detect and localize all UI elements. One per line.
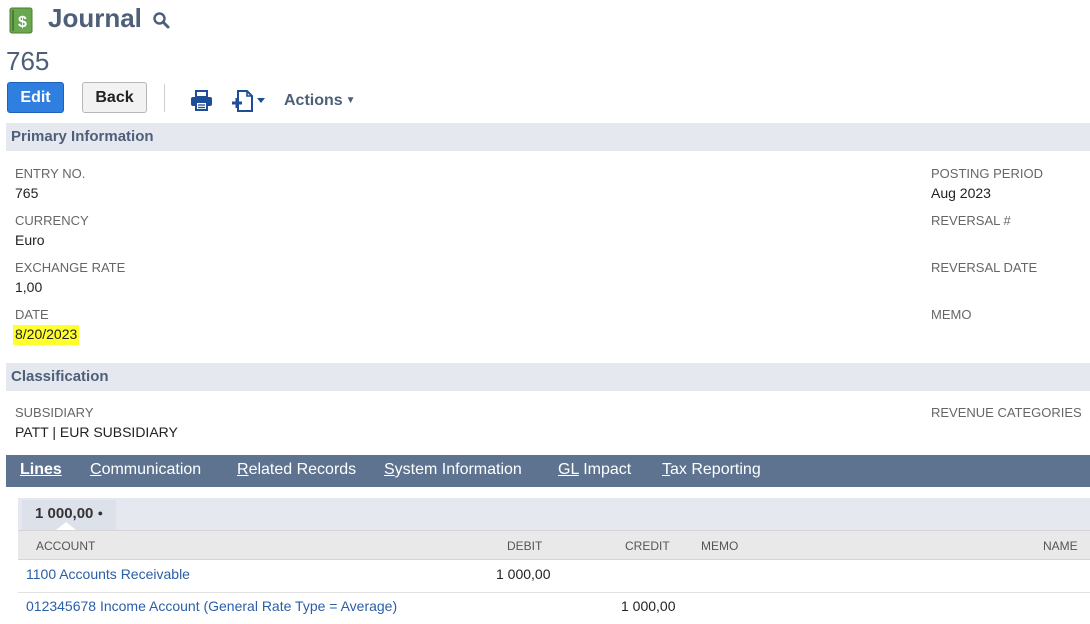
- tab-related-records[interactable]: Related Records: [237, 461, 356, 479]
- currency-value: Euro: [15, 232, 45, 248]
- lines-total: 1 000,00: [35, 505, 94, 522]
- date-value: 8/20/2023: [13, 325, 80, 345]
- record-number: 765: [6, 46, 50, 76]
- exchange-rate-label: EXCHANGE RATE: [15, 260, 126, 275]
- total-pointer-icon: [56, 522, 76, 530]
- reversal-date-label: REVERSAL DATE: [931, 260, 1038, 275]
- col-credit[interactable]: CREDIT: [625, 539, 670, 553]
- posting-period-value: Aug 2023: [931, 185, 991, 201]
- tab-gl-impact[interactable]: GL Impact: [558, 461, 631, 479]
- new-document-icon[interactable]: [230, 89, 266, 113]
- svg-text:$: $: [18, 14, 27, 31]
- row-account-link[interactable]: 012345678 Income Account (General Rate T…: [26, 598, 397, 614]
- lines-grid-header: ACCOUNT DEBIT CREDIT MEMO NAME: [18, 530, 1090, 560]
- tab-system-information[interactable]: System Information: [384, 461, 522, 479]
- col-memo[interactable]: MEMO: [701, 539, 738, 553]
- tab-tax-reporting[interactable]: Tax Reporting: [662, 461, 761, 479]
- col-name[interactable]: NAME: [1043, 539, 1078, 553]
- col-account[interactable]: ACCOUNT: [36, 539, 95, 553]
- page-title: Journal: [48, 3, 142, 33]
- dollar-ledger-icon: $: [9, 7, 33, 34]
- memo-label: MEMO: [931, 307, 972, 322]
- dot-icon: ●: [97, 508, 103, 518]
- revenue-categories-label: REVENUE CATEGORIES: [931, 405, 1082, 420]
- actions-menu[interactable]: Actions ▼: [284, 92, 356, 110]
- tab-communication[interactable]: Communication: [90, 461, 201, 479]
- back-button[interactable]: Back: [82, 82, 147, 113]
- row-account-link[interactable]: 1100 Accounts Receivable: [26, 566, 190, 582]
- print-icon[interactable]: [190, 90, 213, 112]
- caret-down-icon: ▼: [345, 95, 356, 106]
- primary-information-header[interactable]: Primary Information: [6, 123, 1090, 151]
- col-debit[interactable]: DEBIT: [507, 539, 542, 553]
- subtab-bar: Lines Communication Related Records Syst…: [6, 455, 1090, 487]
- currency-label: CURRENCY: [15, 213, 89, 228]
- classification-header[interactable]: Classification: [6, 363, 1090, 391]
- tab-communication-rest: ommunication: [101, 461, 202, 478]
- actions-label: Actions: [284, 92, 343, 109]
- entry-no-label: ENTRY NO.: [15, 166, 86, 181]
- date-label: DATE: [15, 307, 49, 322]
- row-debit: 1 000,00: [496, 566, 551, 582]
- subsidiary-label: SUBSIDIARY: [15, 405, 94, 420]
- table-row: 1100 Accounts Receivable 1 000,00: [18, 560, 1090, 593]
- row-credit: 1 000,00: [621, 598, 676, 614]
- edit-button[interactable]: Edit: [7, 82, 64, 113]
- posting-period-label: POSTING PERIOD: [931, 166, 1043, 181]
- exchange-rate-value: 1,00: [15, 279, 43, 295]
- toolbar-divider: [164, 84, 165, 112]
- reversal-no-label: REVERSAL #: [931, 213, 1011, 228]
- table-row: 012345678 Income Account (General Rate T…: [18, 592, 1090, 624]
- subsidiary-value: PATT | EUR SUBSIDIARY: [15, 424, 178, 440]
- entry-no-value: 765: [15, 185, 39, 201]
- lines-total-strip: [18, 498, 1090, 530]
- tab-lines[interactable]: Lines: [20, 461, 62, 479]
- search-icon[interactable]: [152, 11, 171, 30]
